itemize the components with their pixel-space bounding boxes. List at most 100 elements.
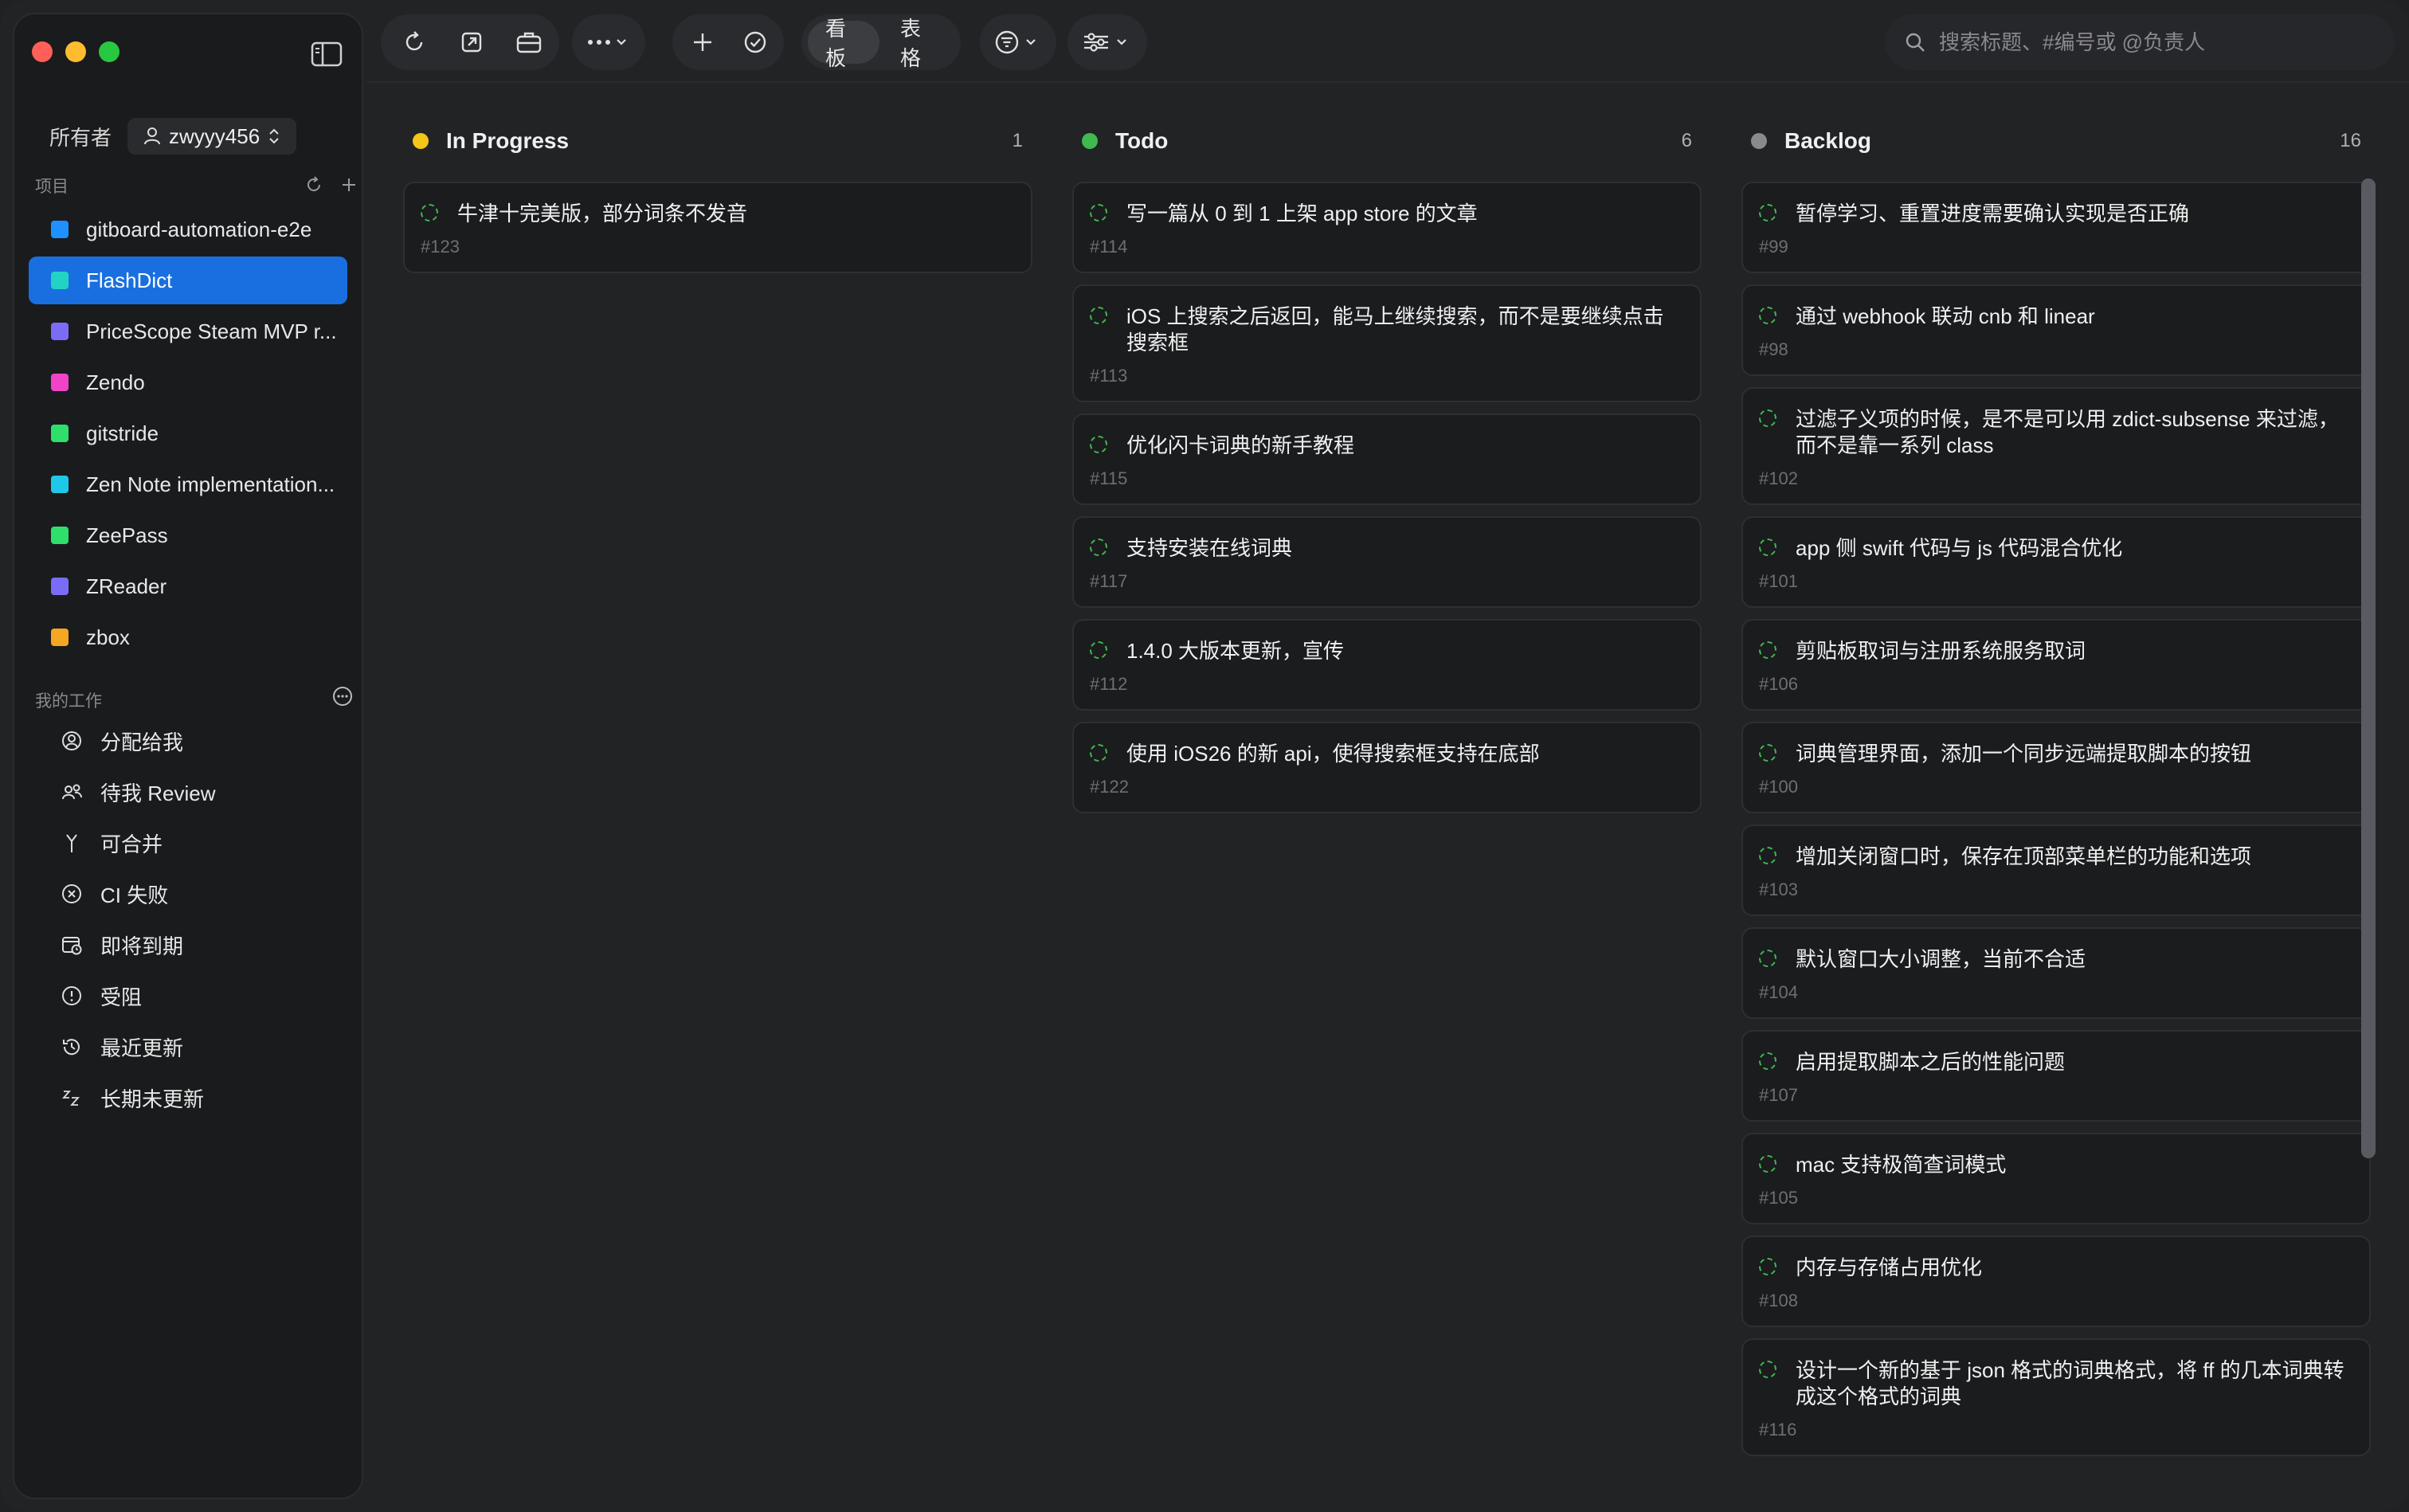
mywork-item[interactable]: 即将到期 [29,919,347,970]
issue-status-icon[interactable] [1759,409,1776,427]
owner-select[interactable]: zwyyy456 [127,118,297,155]
open-external-icon [461,32,482,53]
sidebar-project-item[interactable]: Zendo [29,358,347,406]
issue-card[interactable]: 增加关闭窗口时，保存在顶部菜单栏的功能和选项 #103 [1741,825,2371,916]
mywork-item[interactable]: 最近更新 [29,1021,347,1072]
issue-card[interactable]: 牛津十完美版，部分词条不发音 #123 [403,182,1032,273]
issue-status-icon[interactable] [1090,436,1107,453]
issue-card[interactable]: 1.4.0 大版本更新，宣传 #112 [1072,619,1702,711]
column-status-dot [1751,133,1767,149]
issue-status-icon[interactable] [1759,950,1776,967]
issue-status-icon[interactable] [1759,1258,1776,1275]
issue-number: #114 [1090,237,1128,257]
issue-status-icon[interactable] [1759,1361,1776,1378]
search-box [1885,14,2395,70]
issue-card[interactable]: 写一篇从 0 到 1 上架 app store 的文章 #114 [1072,182,1702,273]
more-options-icon[interactable] [331,685,354,707]
mywork-item[interactable]: 长期未更新 [29,1072,347,1123]
display-settings-button[interactable] [1067,14,1147,70]
mywork-item[interactable]: 分配给我 [29,715,347,766]
close-window-button[interactable] [32,41,53,62]
issue-number: #98 [1759,339,1788,359]
minimize-window-button[interactable] [65,41,86,62]
mywork-item[interactable]: CI 失败 [29,868,347,919]
toolbar-divider [366,81,2409,83]
issue-card[interactable]: iOS 上搜索之后返回，能马上继续搜索，而不是要继续点击搜索框 #113 [1072,284,1702,402]
issue-title-row: 剪贴板取词与注册系统服务取词 [1759,638,2353,664]
issue-status-icon[interactable] [1090,744,1107,762]
issue-card[interactable]: 支持安装在线词典 #117 [1072,516,1702,608]
add-issue-button[interactable] [676,14,730,70]
issue-number: #106 [1759,674,1798,694]
issue-status-icon[interactable] [1090,204,1107,221]
issue-number: #115 [1090,468,1128,488]
issue-status-icon[interactable] [421,204,438,221]
issue-card[interactable]: 通过 webhook 联动 cnb 和 linear #98 [1741,284,2371,376]
issue-card[interactable]: 暂停学习、重置进度需要确认实现是否正确 #99 [1741,182,2371,273]
issue-status-icon[interactable] [1759,1155,1776,1173]
sidebar-project-item[interactable]: Zen Note implementation... [29,460,347,508]
issue-title-row: 优化闪卡词典的新手教程 [1090,433,1684,459]
issue-card[interactable]: 默认窗口大小调整，当前不合适 #104 [1741,927,2371,1019]
issue-card[interactable]: 启用提取脚本之后的性能问题 #107 [1741,1030,2371,1122]
refresh-button[interactable] [386,14,443,70]
issue-title-row: 1.4.0 大版本更新，宣传 [1090,638,1684,664]
mywork-list: 分配给我待我 Review 可合并 CI 失败 即将到期 受阻 最近更新 长期未更新 [29,715,347,1123]
issue-status-icon[interactable] [1759,744,1776,762]
briefcase-button[interactable] [500,14,558,70]
sidebar-project-item[interactable]: gitstride [29,409,347,457]
more-menu-button[interactable] [572,14,645,70]
issue-status-icon[interactable] [1759,307,1776,324]
column-header: Todo 6 [1072,119,1702,163]
sidebar-project-item[interactable]: zbox [29,613,347,661]
issue-card[interactable]: app 侧 swift 代码与 js 代码混合优化 #101 [1741,516,2371,608]
issue-title: 内存与存储占用优化 [1796,1255,1983,1279]
sidebar-project-item[interactable]: PriceScope Steam MVP r... [29,307,347,355]
alert-circle-icon [62,986,81,1005]
issue-status-icon[interactable] [1759,539,1776,556]
mywork-item[interactable]: 受阻 [29,970,347,1021]
issue-card[interactable]: 优化闪卡词典的新手教程 #115 [1072,413,1702,505]
issue-card[interactable]: 过滤子义项的时候，是不是可以用 zdict-subsense 来过滤，而不是靠一… [1741,387,2371,505]
column-header: Backlog 16 [1741,119,2371,163]
mywork-item[interactable]: 待我 Review [29,766,347,817]
issue-title: 写一篇从 0 到 1 上架 app store 的文章 [1126,202,1478,225]
add-project-icon[interactable] [339,175,358,194]
issue-card[interactable]: 词典管理界面，添加一个同步远端提取脚本的按钮 #100 [1741,722,2371,813]
issue-status-icon[interactable] [1090,307,1107,324]
issue-card[interactable]: mac 支持极简查词模式 #105 [1741,1133,2371,1224]
project-label: ZeePass [86,523,168,547]
issue-title: 增加关闭窗口时，保存在顶部菜单栏的功能和选项 [1796,844,2252,868]
open-external-button[interactable] [443,14,500,70]
mywork-item[interactable]: 可合并 [29,817,347,868]
issue-title: 设计一个新的基于 json 格式的词典格式，将 ff 的几本词典转成这个格式的词… [1796,1358,2344,1408]
sidebar-project-item[interactable]: ZReader [29,562,347,610]
sidebar-project-item[interactable]: FlashDict [29,257,347,304]
sidebar-toggle-icon[interactable] [311,41,343,67]
issue-status-icon[interactable] [1759,204,1776,221]
complete-button[interactable] [730,14,781,70]
refresh-projects-icon[interactable] [304,175,323,194]
tab-table[interactable]: 表格 [883,17,954,70]
issue-title-row: 牛津十完美版，部分词条不发音 [421,201,1015,227]
mywork-label: 分配给我 [100,730,184,754]
issue-status-icon[interactable] [1090,539,1107,556]
tab-board[interactable]: 看板 [808,17,879,70]
issue-number: #117 [1090,571,1128,591]
issue-status-icon[interactable] [1759,641,1776,659]
issue-title-row: 启用提取脚本之后的性能问题 [1759,1049,2353,1075]
sidebar-project-item[interactable]: ZeePass [29,511,347,559]
sidebar-project-item[interactable]: gitboard-automation-e2e [29,206,347,253]
backlog-scrollbar[interactable] [2361,178,2376,1158]
issue-status-icon[interactable] [1759,847,1776,864]
issue-card[interactable]: 内存与存储占用优化 #108 [1741,1236,2371,1327]
issue-card[interactable]: 使用 iOS26 的新 api，使得搜索框支持在底部 #122 [1072,722,1702,813]
issue-status-icon[interactable] [1090,641,1107,659]
issue-status-icon[interactable] [1759,1052,1776,1070]
filter-button[interactable] [980,14,1056,70]
zoom-window-button[interactable] [99,41,119,62]
issue-title: 通过 webhook 联动 cnb 和 linear [1796,304,2095,328]
issue-card[interactable]: 剪贴板取词与注册系统服务取词 #106 [1741,619,2371,711]
issue-card[interactable]: 设计一个新的基于 json 格式的词典格式，将 ff 的几本词典转成这个格式的词… [1741,1338,2371,1456]
search-input[interactable] [1937,29,2387,56]
